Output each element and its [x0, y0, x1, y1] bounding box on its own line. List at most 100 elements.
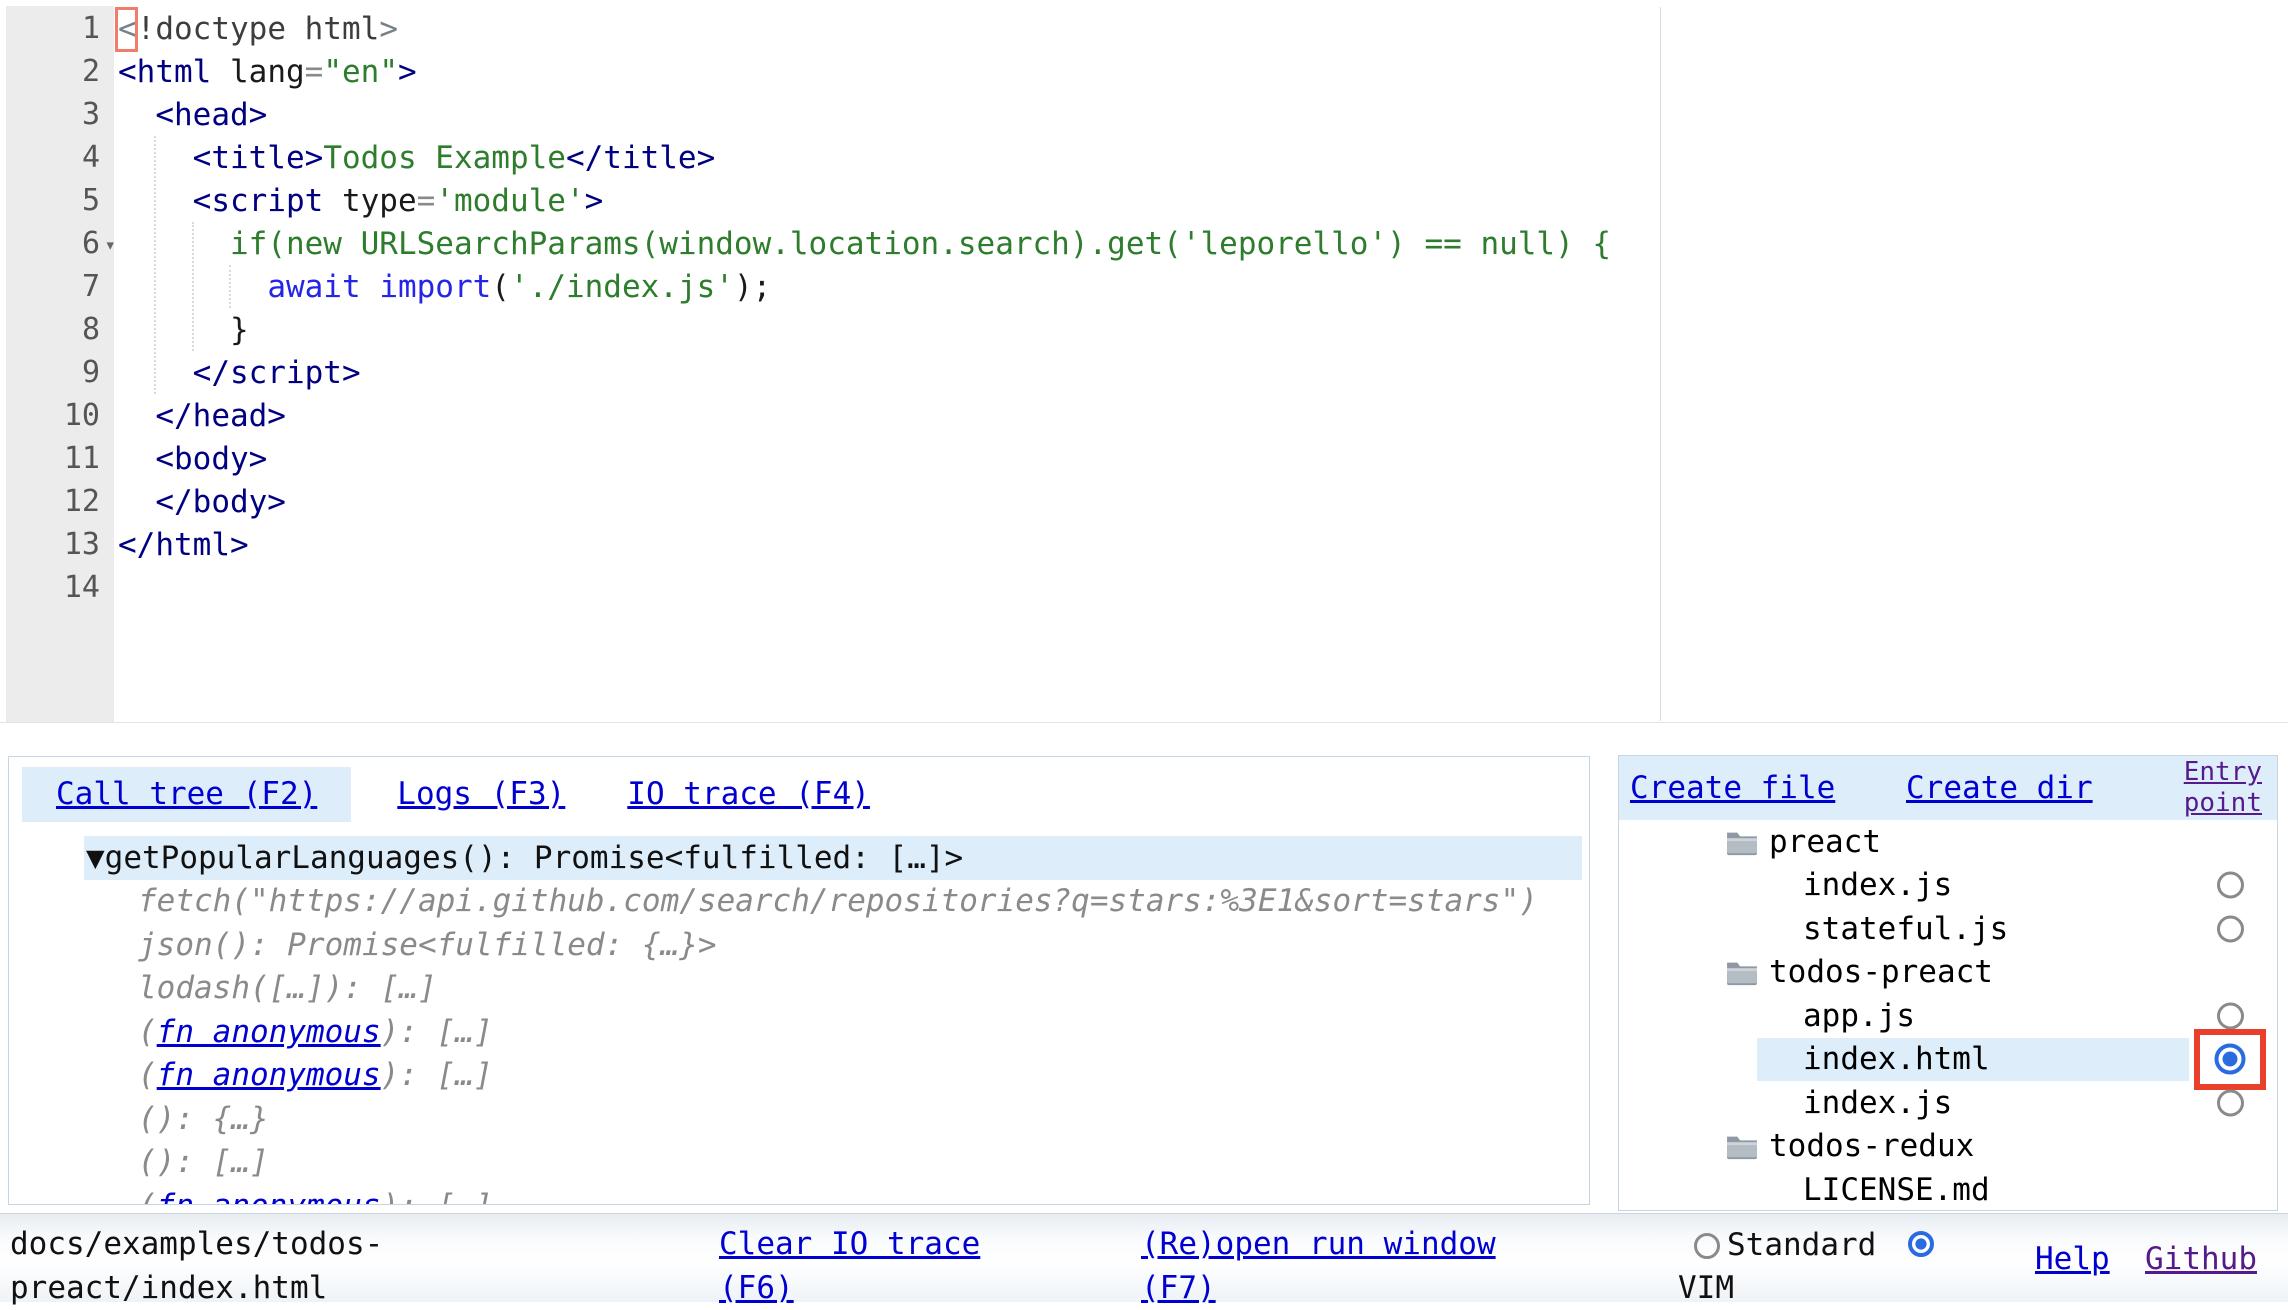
- directory-name[interactable]: preact: [1769, 824, 1881, 860]
- code-line[interactable]: 13</html>: [6, 523, 2288, 566]
- files-panel: Create file Create dir Entry point preac…: [1618, 755, 2278, 1211]
- function-link[interactable]: fn anonymous: [157, 1014, 381, 1050]
- code-text: </script>: [114, 355, 361, 391]
- entry-point-radio[interactable]: [2217, 915, 2244, 942]
- code-token: lang: [230, 54, 305, 90]
- line-number: 8: [82, 312, 114, 347]
- file-tree-row-LICENSE-md[interactable]: LICENSE.md: [1619, 1168, 2277, 1211]
- code-text: }: [114, 312, 249, 348]
- code-token: await: [267, 269, 360, 305]
- calltree-row[interactable]: fetch("https://api.github.com/search/rep…: [9, 880, 1589, 924]
- code-token: <html: [118, 54, 211, 90]
- file-tree-row-preact[interactable]: preact: [1619, 820, 2277, 864]
- calltree-row[interactable]: (fn anonymous): […]: [9, 1010, 1589, 1054]
- github-link[interactable]: Github: [2145, 1241, 2257, 1277]
- file-tree-row-index-html[interactable]: index.html: [1619, 1038, 2277, 1082]
- calltree-row[interactable]: (): […]: [9, 1141, 1589, 1185]
- calltree-text: json(): Promise<fulfilled: {…}>: [138, 927, 717, 963]
- file-name[interactable]: app.js: [1803, 998, 1915, 1034]
- gutter-cell: 7: [6, 265, 114, 308]
- clear-io-trace-button[interactable]: Clear IO trace (F6): [719, 1222, 991, 1310]
- file-tree-row-stateful-js[interactable]: stateful.js: [1619, 907, 2277, 951]
- tab-logs-f3[interactable]: Logs (F3): [381, 767, 581, 822]
- code-token: </title>: [566, 140, 715, 176]
- entry-point-radio[interactable]: [2215, 1044, 2246, 1075]
- code-line[interactable]: 5 <script type='module'>: [6, 179, 2288, 222]
- code-text: await import('./index.js');: [114, 269, 771, 305]
- code-line[interactable]: 8 }: [6, 308, 2288, 351]
- code-line[interactable]: 10 </head>: [6, 394, 2288, 437]
- editor-lines: 1<!doctype html>2<html lang="en">3 <head…: [6, 7, 2288, 609]
- tab-io-trace-f4[interactable]: IO trace (F4): [611, 767, 886, 822]
- code-editor[interactable]: 1<!doctype html>2<html lang="en">3 <head…: [0, 0, 2288, 723]
- function-link[interactable]: fn anonymous: [157, 1057, 381, 1093]
- gutter-cell: 12: [6, 480, 114, 523]
- line-number: 3: [82, 97, 114, 132]
- entry-point-radio[interactable]: [2217, 872, 2244, 899]
- line-number: 4: [82, 140, 114, 175]
- code-line[interactable]: 11 <body>: [6, 437, 2288, 480]
- reopen-run-window-button[interactable]: (Re)open run window (F7): [1141, 1222, 1503, 1310]
- code-line[interactable]: 7 await import('./index.js');: [6, 265, 2288, 308]
- code-token: [118, 441, 155, 477]
- file-name[interactable]: stateful.js: [1803, 911, 2008, 947]
- code-token: }: [118, 312, 249, 348]
- keyboard-standard-radio[interactable]: [1694, 1233, 1720, 1259]
- code-line[interactable]: 1<!doctype html>: [6, 7, 2288, 50]
- code-line[interactable]: 14: [6, 566, 2288, 609]
- entry-point-label-line1: Entry: [2184, 757, 2262, 787]
- file-tree-row-todos-redux[interactable]: todos-redux: [1619, 1125, 2277, 1169]
- tab-call-tree-f2[interactable]: Call tree (F2): [22, 767, 351, 822]
- file-name[interactable]: index.html: [1803, 1041, 1990, 1077]
- file-tree-row-todos-preact[interactable]: todos-preact: [1619, 951, 2277, 995]
- calltree-row[interactable]: ▼getPopularLanguages(): Promise<fulfille…: [84, 836, 1582, 880]
- file-name[interactable]: index.js: [1803, 867, 1952, 903]
- code-token: </script>: [193, 355, 361, 391]
- calltree-row[interactable]: (): {…}: [9, 1097, 1589, 1141]
- directory-name[interactable]: todos-preact: [1769, 954, 1993, 990]
- code-line[interactable]: 9 </script>: [6, 351, 2288, 394]
- code-text: </head>: [114, 398, 286, 434]
- code-line[interactable]: 3 <head>: [6, 93, 2288, 136]
- directory-name[interactable]: todos-redux: [1769, 1128, 1974, 1164]
- keyboard-vim-radio[interactable]: [1908, 1231, 1934, 1257]
- code-text: if(new URLSearchParams(window.location.s…: [114, 226, 1611, 262]
- entry-point-header-link[interactable]: Entry point: [2184, 757, 2262, 819]
- code-token: [118, 269, 267, 305]
- file-tree-row-index-js[interactable]: index.js: [1619, 1081, 2277, 1125]
- function-link[interactable]: fn anonymous: [157, 1188, 381, 1205]
- gutter-cell: 11: [6, 437, 114, 480]
- code-line[interactable]: 2<html lang="en">: [6, 50, 2288, 93]
- keyboard-vim-label[interactable]: VIM: [1678, 1270, 1734, 1306]
- keyboard-standard-label[interactable]: Standard: [1727, 1227, 1876, 1263]
- code-line[interactable]: 4 <title>Todos Example</title>: [6, 136, 2288, 179]
- code-text: <title>Todos Example</title>: [114, 140, 715, 176]
- calltree-row[interactable]: lodash([…]): […]: [9, 967, 1589, 1011]
- code-token: [118, 97, 155, 133]
- code-token: './index.js': [510, 269, 734, 305]
- calltree-row[interactable]: (fn anonymous): […]: [9, 1184, 1589, 1205]
- editor-bottom-border: [0, 722, 2288, 723]
- file-name[interactable]: index.js: [1803, 1085, 1952, 1121]
- entry-point-label-line2: point: [2184, 788, 2262, 818]
- entry-point-radio[interactable]: [2217, 1002, 2244, 1029]
- file-tree-row-index-js[interactable]: index.js: [1619, 864, 2277, 908]
- line-number: 1: [82, 11, 114, 46]
- file-tree-row-app-js[interactable]: app.js: [1619, 994, 2277, 1038]
- calltree-row[interactable]: (fn anonymous): […]: [9, 1054, 1589, 1098]
- create-file-button[interactable]: Create file: [1630, 770, 1835, 806]
- code-line[interactable]: 6▾ if(new URLSearchParams(window.locatio…: [6, 222, 2288, 265]
- fold-arrow-icon[interactable]: ▾: [105, 236, 116, 255]
- calltree-text: (: [138, 1057, 157, 1093]
- gutter-cell: 9: [6, 351, 114, 394]
- file-name[interactable]: LICENSE.md: [1803, 1172, 1990, 1208]
- line-number: 10: [64, 398, 114, 433]
- entry-point-radio[interactable]: [2217, 1089, 2244, 1116]
- gutter-cell: 6▾: [6, 222, 114, 265]
- help-link[interactable]: Help: [2035, 1241, 2110, 1277]
- calltree-row[interactable]: json(): Promise<fulfilled: {…}>: [9, 923, 1589, 967]
- code-token: =: [417, 183, 436, 219]
- code-line[interactable]: 12 </body>: [6, 480, 2288, 523]
- create-dir-button[interactable]: Create dir: [1906, 770, 2093, 806]
- expand-triangle-icon[interactable]: ▼: [86, 840, 105, 876]
